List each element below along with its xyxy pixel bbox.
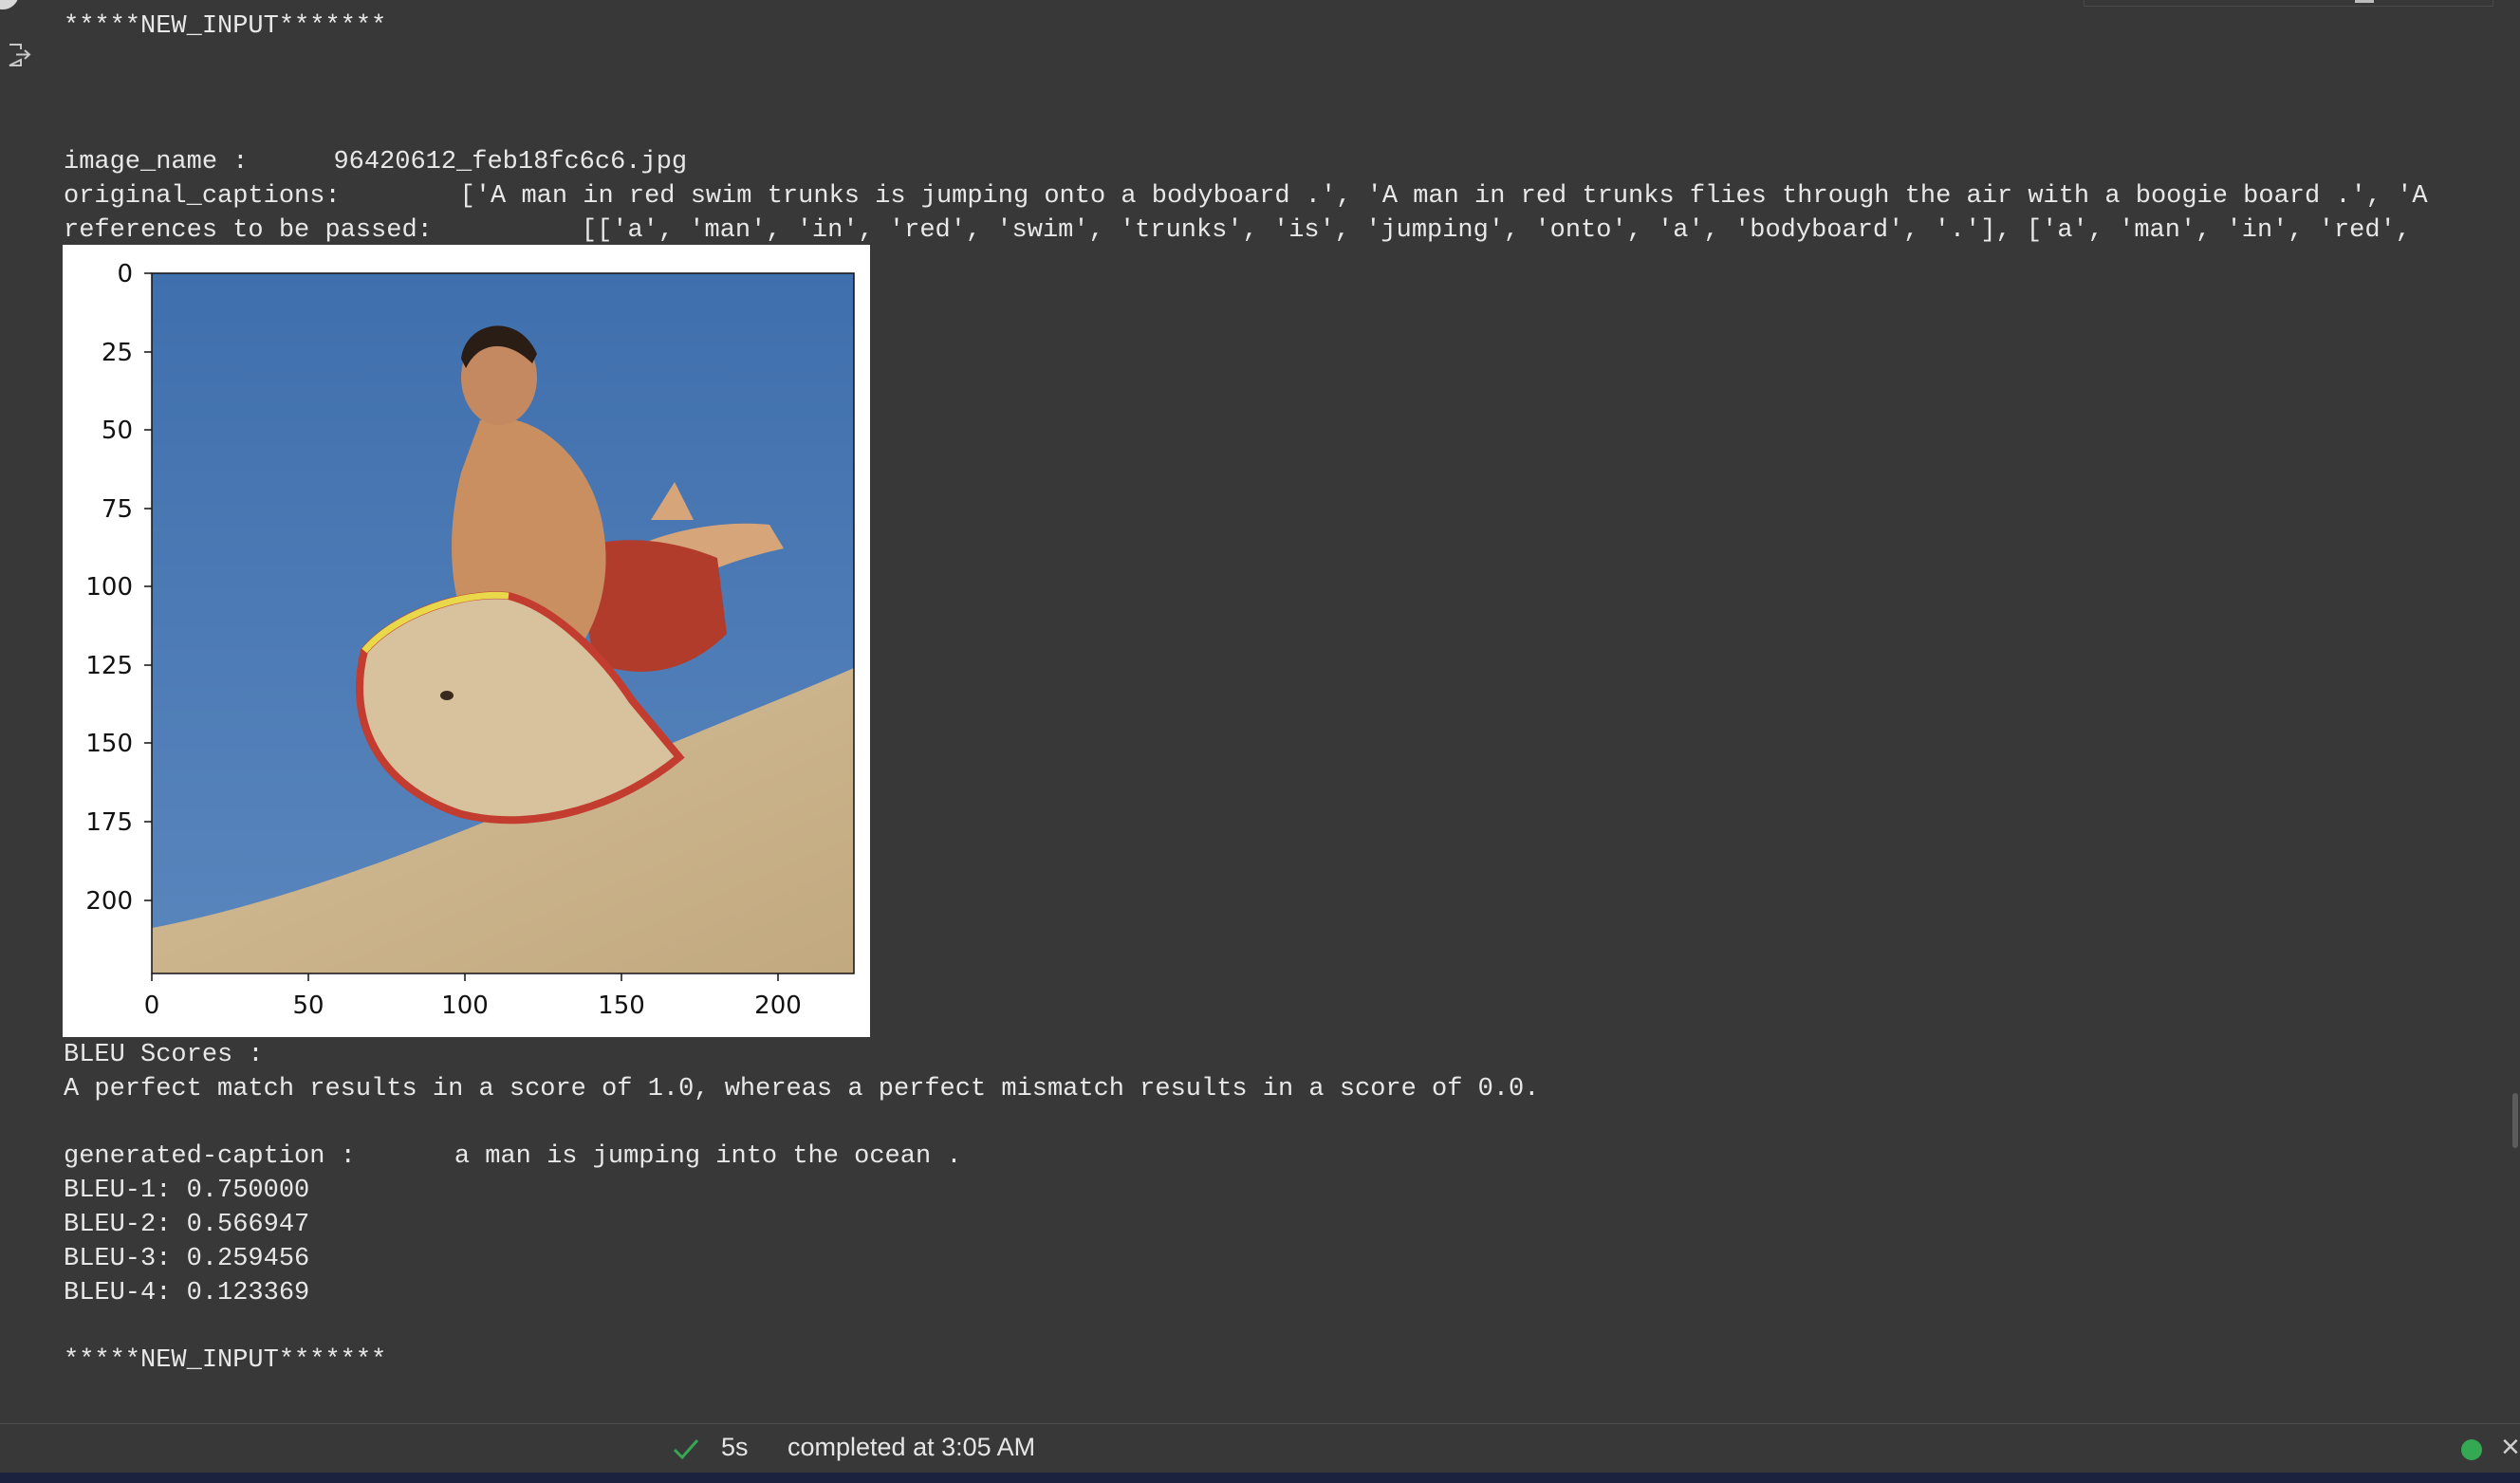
original-captions-value: ['A man in red swim trunks is jumping on… — [459, 182, 2428, 211]
bleu-score-value: 0.750000 — [186, 1177, 310, 1205]
bleu-score-row: BLEU-4: 0.123369 — [64, 1276, 309, 1310]
y-tick-label: 100 — [85, 573, 133, 602]
image-plot-figure: 0 25 50 75 100 125 150 175 200 0 50 100 — [63, 245, 870, 1037]
y-tick-label: 0 — [117, 260, 133, 288]
close-icon[interactable]: × — [2501, 1429, 2520, 1466]
references-value: [['a', 'man', 'in', 'red', 'swim', 'trun… — [581, 216, 2411, 245]
y-tick-label: 150 — [85, 730, 133, 758]
image-name-value: 96420612_feb18fc6c6.jpg — [333, 148, 688, 176]
toolbar-marker — [2355, 0, 2374, 3]
bleu-score-row: BLEU-3: 0.259456 — [64, 1242, 309, 1276]
taskbar-strip — [0, 1473, 2520, 1483]
generated-caption-value: a man is jumping into the ocean . — [454, 1142, 962, 1171]
bleu-score-value: 0.566947 — [186, 1211, 310, 1239]
x-tick-label: 0 — [144, 992, 160, 1020]
board-spot — [440, 691, 454, 700]
y-tick-label: 125 — [85, 652, 133, 680]
x-tick-label: 100 — [441, 992, 489, 1020]
scrollbar-thumb[interactable] — [2512, 1093, 2518, 1148]
references-label: references to be passed: — [64, 216, 433, 245]
new-input-marker: *****NEW_INPUT******* — [64, 12, 387, 41]
y-tick-label: 25 — [102, 339, 133, 367]
bleu-score-value: 0.259456 — [186, 1245, 310, 1273]
x-tick-label: 150 — [598, 992, 645, 1020]
output-arrow-icon[interactable] — [6, 42, 32, 68]
y-tick-label: 175 — [85, 808, 133, 837]
y-tick-label: 50 — [102, 417, 133, 445]
image-name-line: image_name : 96420612_feb18fc6c6.jpg — [64, 145, 687, 179]
x-axis: 0 50 100 150 200 — [144, 973, 802, 1020]
completion-status: completed at 3:05 AM — [788, 1433, 1036, 1461]
execution-duration[interactable]: 5s — [721, 1433, 749, 1462]
cell-toolbar-edge — [2084, 0, 2493, 7]
y-tick-label: 75 — [102, 495, 133, 524]
original-captions-line: original_captions: ['A man in red swim tr… — [64, 179, 2428, 213]
image-name-label: image_name : — [64, 148, 249, 176]
status-bar: 5s completed at 3:05 AM × — [0, 1423, 2520, 1474]
bleu-score-row: BLEU-1: 0.750000 — [64, 1174, 309, 1208]
check-icon — [673, 1439, 699, 1460]
generated-caption-label: generated-caption : — [64, 1142, 356, 1171]
status-dot-icon — [2461, 1439, 2482, 1460]
references-line: references to be passed: [['a', 'man', 'i… — [64, 213, 2411, 248]
bleu-score-row: BLEU-2: 0.566947 — [64, 1208, 309, 1242]
bleu-score-label: BLEU-1: — [64, 1177, 172, 1205]
x-tick-label: 200 — [754, 992, 802, 1020]
bleu-heading: BLEU Scores : — [64, 1041, 264, 1069]
x-tick-label: 50 — [292, 992, 324, 1020]
y-tick-label: 200 — [85, 887, 133, 916]
bleu-score-value: 0.123369 — [186, 1279, 310, 1307]
image-plot: 0 25 50 75 100 125 150 175 200 0 50 100 — [85, 260, 855, 1020]
cell-run-indicator[interactable] — [0, 0, 19, 9]
bleu-note: A perfect match results in a score of 1.… — [64, 1075, 1540, 1103]
bleu-score-label: BLEU-2: — [64, 1211, 172, 1239]
generated-caption-line: generated-caption : a man is jumping into… — [64, 1140, 962, 1174]
photo-content — [152, 273, 854, 973]
y-axis: 0 25 50 75 100 125 150 175 200 — [85, 260, 152, 916]
bleu-score-label: BLEU-4: — [64, 1279, 172, 1307]
new-input-marker: *****NEW_INPUT******* — [64, 1346, 387, 1375]
bleu-score-label: BLEU-3: — [64, 1245, 172, 1273]
original-captions-label: original_captions: — [64, 182, 341, 211]
